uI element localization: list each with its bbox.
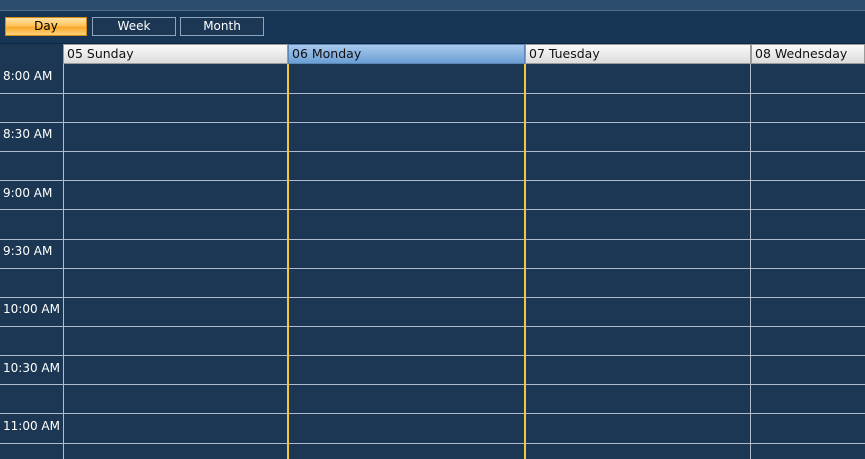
day-view-button[interactable]: Day <box>5 17 87 36</box>
time-label: 8:30 AM <box>3 127 53 141</box>
slot-line <box>0 239 865 240</box>
time-label: 10:30 AM <box>3 361 60 375</box>
slot-line <box>0 384 865 385</box>
time-label: 10:00 AM <box>3 302 60 316</box>
day-header-monday[interactable]: 06 Monday <box>288 44 525 64</box>
time-column: 8:00 AM 8:30 AM 9:00 AM 9:30 AM 10:00 AM… <box>0 64 63 459</box>
slot-line <box>0 209 865 210</box>
time-label: 11:00 AM <box>3 419 60 433</box>
calendar-grid: 05 Sunday 06 Monday 07 Tuesday 08 Wednes… <box>0 44 865 459</box>
slot-line <box>0 355 865 356</box>
slot-line <box>0 443 865 444</box>
day-header-tuesday[interactable]: 07 Tuesday <box>525 44 751 64</box>
slot-line <box>0 93 865 94</box>
slot-line <box>0 413 865 414</box>
day-header-sunday[interactable]: 05 Sunday <box>63 44 288 64</box>
slot-line <box>0 268 865 269</box>
window-top-strip <box>0 0 865 11</box>
day-header-wednesday[interactable]: 08 Wednesday <box>751 44 865 64</box>
month-view-button[interactable]: Month <box>180 17 264 36</box>
column-separator <box>750 64 751 459</box>
grid-corner <box>0 44 63 64</box>
slot-line <box>0 122 865 123</box>
column-separator <box>63 64 64 459</box>
today-column-right-border <box>524 64 526 459</box>
time-label: 9:30 AM <box>3 244 53 258</box>
week-view-button[interactable]: Week <box>92 17 176 36</box>
slot-line <box>0 297 865 298</box>
time-label: 9:00 AM <box>3 186 53 200</box>
slot-line <box>0 151 865 152</box>
slot-line <box>0 326 865 327</box>
view-switcher-bar: Day Week Month <box>0 11 865 44</box>
today-column-left-border <box>287 64 289 459</box>
slot-line <box>0 180 865 181</box>
time-label: 8:00 AM <box>3 69 53 83</box>
